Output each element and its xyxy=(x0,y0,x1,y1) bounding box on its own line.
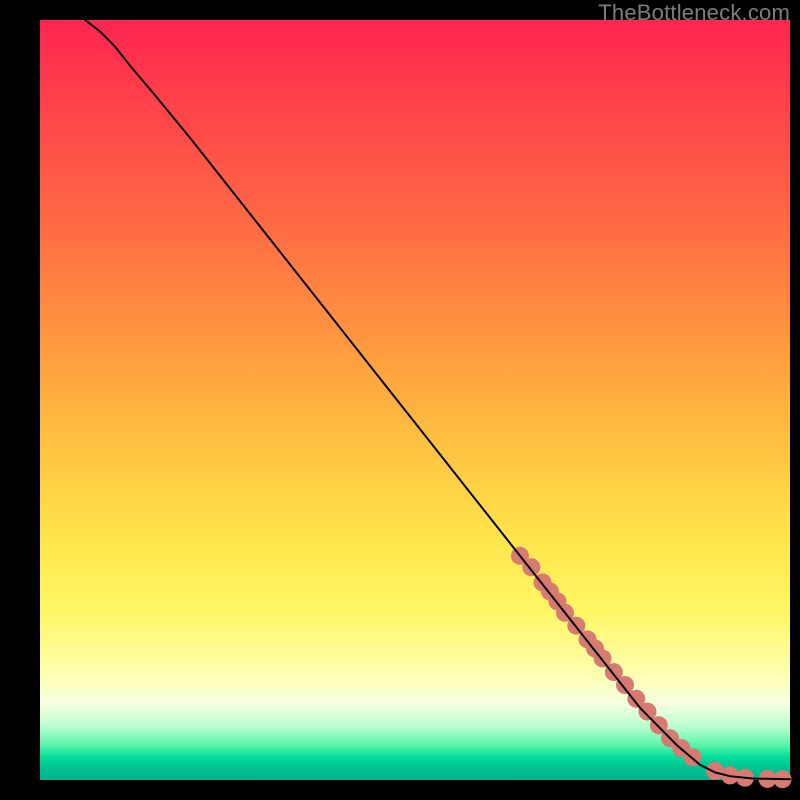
plot-area xyxy=(40,20,790,780)
scatter-dots xyxy=(511,547,792,788)
chart-svg xyxy=(40,20,790,780)
watermark-text: TheBottleneck.com xyxy=(598,0,790,26)
chart-stage: TheBottleneck.com xyxy=(0,0,800,800)
curve-line xyxy=(85,20,790,779)
